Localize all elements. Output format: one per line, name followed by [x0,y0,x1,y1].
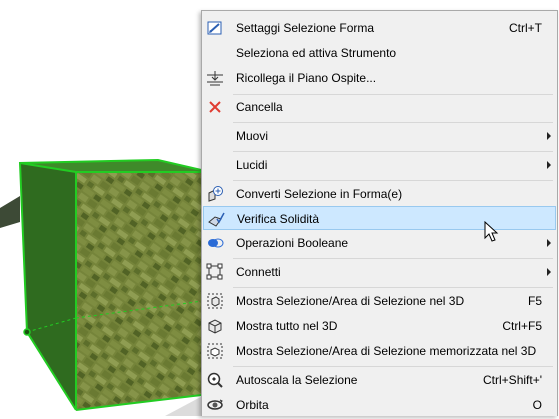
submenu-arrow-icon [547,268,551,276]
connect-icon [206,263,224,281]
menu-item-check-solidity[interactable]: Verifica Solidità [203,206,556,230]
context-menu: Settaggi Selezione Forma Ctrl+T Selezion… [201,10,558,416]
selection-settings-icon [206,19,224,37]
menu-item-trace[interactable]: Lucidi [203,153,556,177]
show-selection-3d-icon [206,292,224,310]
selection-hotspot[interactable] [23,328,31,336]
submenu-arrow-icon [547,239,551,247]
check-solidity-icon [207,210,225,228]
background-object [0,196,20,228]
menu-item-orbit[interactable]: Orbita O [203,393,556,417]
menu-separator [233,366,553,367]
menu-separator [233,151,553,152]
mouse-cursor-icon [484,220,500,246]
zoom-to-selection-icon [206,371,224,389]
menu-item-boolean-operations[interactable]: Operazioni Booleane [203,231,556,255]
menu-item-connect[interactable]: Connetti [203,260,556,284]
show-all-3d-icon [206,317,224,335]
submenu-arrow-icon [547,161,551,169]
orbit-icon [206,396,224,414]
delete-x-icon [206,98,224,116]
menu-item-show-selection-3d[interactable]: Mostra Selezione/Area di Selezione nel 3… [203,289,556,313]
menu-item-show-stored-selection-3d[interactable]: Mostra Selezione/Area di Selezione memor… [203,339,556,363]
menu-separator [233,287,553,288]
menu-item-selection-settings[interactable]: Settaggi Selezione Forma Ctrl+T [203,16,556,40]
menu-item-show-all-3d[interactable]: Mostra tutto nel 3D Ctrl+F5 [203,314,556,338]
menu-item-select-activate-tool[interactable]: Seleziona ed attiva Strumento [203,41,556,65]
show-stored-selection-3d-icon [206,342,224,360]
menu-item-delete[interactable]: Cancella [203,95,556,119]
menu-item-zoom-to-selection[interactable]: Autoscala la Selezione Ctrl+Shift+' [203,368,556,392]
menu-item-move[interactable]: Muovi [203,124,556,148]
menu-separator [233,180,553,181]
cube-left-face [20,163,76,410]
submenu-arrow-icon [547,132,551,140]
menu-separator [233,258,553,259]
menu-separator [233,122,553,123]
menu-item-convert-to-morph[interactable]: Converti Selezione in Forma(e) [203,182,556,206]
menu-item-relink-host-floor[interactable]: Ricollega il Piano Ospite... [203,66,556,90]
boolean-operations-icon [206,234,224,252]
convert-to-morph-icon [206,185,224,203]
relink-host-floor-icon [206,69,224,87]
